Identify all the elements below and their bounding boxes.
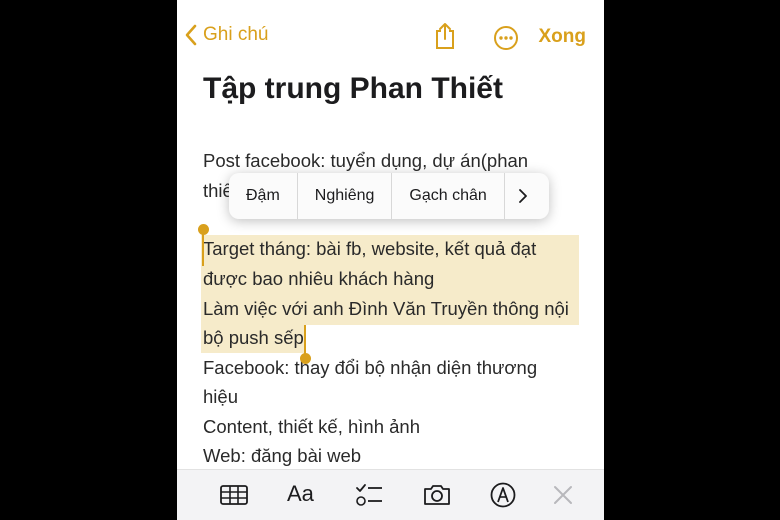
notes-screen: Ghi chú Xong Tập trung Phan Thiết Post f… [177,0,604,520]
selection-start-bar [202,232,204,266]
format-toolbar: Aa [177,469,604,520]
note-line[interactable]: Post facebook: tuyển dụng, dự án(phan [203,150,528,172]
camera-icon [424,485,450,505]
note-line-selected[interactable]: Làm việc với anh Đình Văn Truyền thông n… [203,298,569,320]
markup-icon [490,482,516,508]
close-icon [554,486,572,504]
text-format-button[interactable]: Aa [287,481,314,507]
chevron-right-icon [518,189,527,203]
note-line-selected[interactable]: Target tháng: bài fb, website, kết quả đ… [203,238,536,260]
note-title[interactable]: Tập trung Phan Thiết [203,72,503,106]
note-line[interactable]: hiệu [203,386,238,408]
back-button[interactable]: Ghi chú [185,24,268,46]
edit-context-menu: Đậm Nghiêng Gạch chân [229,173,549,219]
underline-menu-item[interactable]: Gạch chân [392,173,505,219]
share-button[interactable] [434,22,456,55]
table-icon [220,485,248,505]
note-line-selected[interactable]: bộ push sếp [203,327,304,349]
note-line[interactable]: Content, thiết kế, hình ảnh [203,416,420,438]
more-options-button[interactable] [505,173,541,219]
markup-button[interactable] [490,482,516,513]
camera-button[interactable] [422,483,452,512]
note-line[interactable]: Facebook: thay đổi bộ nhận diện thương [203,357,537,379]
checklist-icon [356,484,382,506]
note-line[interactable]: Web: đăng bài web [203,445,361,467]
table-button[interactable] [220,485,248,510]
bold-menu-item[interactable]: Đậm [229,173,298,219]
chevron-left-icon [185,24,197,46]
navigation-bar: Ghi chú Xong [177,0,604,70]
more-icon [494,26,518,50]
note-line-selected[interactable]: được bao nhiêu khách hàng [203,268,434,290]
checklist-button[interactable] [355,482,383,513]
more-button[interactable] [494,26,518,55]
share-icon [436,23,454,49]
done-button[interactable]: Xong [539,26,587,48]
close-keyboard-button[interactable] [553,485,573,510]
selection-end-handle[interactable] [300,353,311,364]
back-label: Ghi chú [203,24,269,45]
italic-menu-item[interactable]: Nghiêng [298,173,393,219]
